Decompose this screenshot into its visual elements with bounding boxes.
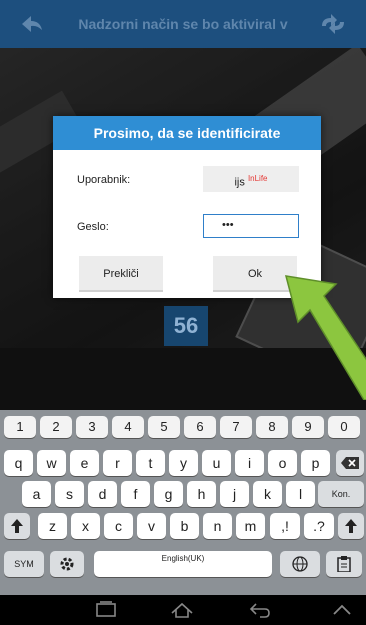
key-e[interactable]: e [70, 450, 99, 476]
key-c[interactable]: c [104, 513, 133, 539]
key-a[interactable]: a [22, 481, 51, 507]
username-value: ijs [234, 176, 245, 189]
gear-icon [60, 557, 74, 571]
key-s[interactable]: s [55, 481, 84, 507]
header-title: Nadzorni način se bo aktiviral v [78, 16, 288, 32]
back-icon[interactable] [248, 601, 272, 619]
password-label: Geslo: [77, 221, 109, 233]
on-screen-keyboard: 1234567890 qwertyuiop asdfghjkl zxcvbnm … [0, 410, 366, 595]
home-icon[interactable] [170, 601, 194, 619]
username-field[interactable]: ijs InLife [203, 166, 299, 192]
key-j[interactable]: j [220, 481, 249, 507]
backspace-key[interactable] [336, 450, 364, 476]
app-header: Nadzorni način se bo aktiviral v [0, 0, 366, 48]
comma-exclaim-key[interactable]: ,! [270, 513, 300, 539]
key-y[interactable]: y [169, 450, 198, 476]
clipboard-key[interactable] [326, 551, 362, 577]
key-i[interactable]: i [235, 450, 264, 476]
key-t[interactable]: t [136, 450, 165, 476]
key-w[interactable]: w [37, 450, 66, 476]
key-l[interactable]: l [286, 481, 315, 507]
password-input[interactable]: ••• [203, 214, 299, 238]
shift-icon [345, 519, 357, 533]
shift-key-right[interactable] [338, 513, 364, 539]
key-v[interactable]: v [137, 513, 166, 539]
clipboard-icon [337, 556, 351, 573]
chevron-up-icon[interactable] [330, 601, 354, 619]
space-language-label: English(UK) [161, 554, 205, 563]
sync-icon[interactable] [318, 12, 348, 36]
key-f[interactable]: f [121, 481, 150, 507]
username-label: Uporabnik: [77, 174, 131, 186]
key-z[interactable]: z [38, 513, 67, 539]
key-r[interactable]: r [103, 450, 132, 476]
key-n[interactable]: n [203, 513, 232, 539]
countdown-counter: 56 [164, 306, 208, 346]
shift-key-left[interactable] [4, 513, 30, 539]
user-badge: InLife [247, 174, 268, 183]
key-u[interactable]: u [202, 450, 231, 476]
key-0[interactable]: 0 [328, 416, 360, 438]
back-arrow-icon[interactable] [18, 10, 46, 38]
dialog-title: Prosimo, da se identificirate [53, 116, 321, 150]
sym-key[interactable]: SYM [4, 551, 44, 577]
key-9[interactable]: 9 [292, 416, 324, 438]
key-m[interactable]: m [236, 513, 265, 539]
key-k[interactable]: k [253, 481, 282, 507]
key-p[interactable]: p [301, 450, 330, 476]
key-3[interactable]: 3 [76, 416, 108, 438]
key-h[interactable]: h [187, 481, 216, 507]
recent-apps-icon[interactable] [94, 601, 118, 619]
cancel-button[interactable]: Prekliči [79, 256, 163, 292]
key-6[interactable]: 6 [184, 416, 216, 438]
globe-icon [292, 556, 308, 572]
key-8[interactable]: 8 [256, 416, 288, 438]
key-1[interactable]: 1 [4, 416, 36, 438]
key-q[interactable]: q [4, 450, 33, 476]
system-nav-bar [0, 595, 366, 625]
key-d[interactable]: d [88, 481, 117, 507]
key-7[interactable]: 7 [220, 416, 252, 438]
key-b[interactable]: b [170, 513, 199, 539]
settings-key[interactable] [50, 551, 84, 577]
enter-key[interactable]: Kon. [318, 481, 364, 507]
annotation-arrow-icon [284, 275, 366, 400]
space-key[interactable]: English(UK) [94, 551, 272, 577]
key-x[interactable]: x [71, 513, 100, 539]
language-key[interactable] [280, 551, 320, 577]
period-question-key[interactable]: .? [304, 513, 334, 539]
backspace-icon [341, 457, 359, 469]
key-4[interactable]: 4 [112, 416, 144, 438]
key-o[interactable]: o [268, 450, 297, 476]
key-5[interactable]: 5 [148, 416, 180, 438]
key-2[interactable]: 2 [40, 416, 72, 438]
key-g[interactable]: g [154, 481, 183, 507]
shift-icon [11, 519, 23, 533]
